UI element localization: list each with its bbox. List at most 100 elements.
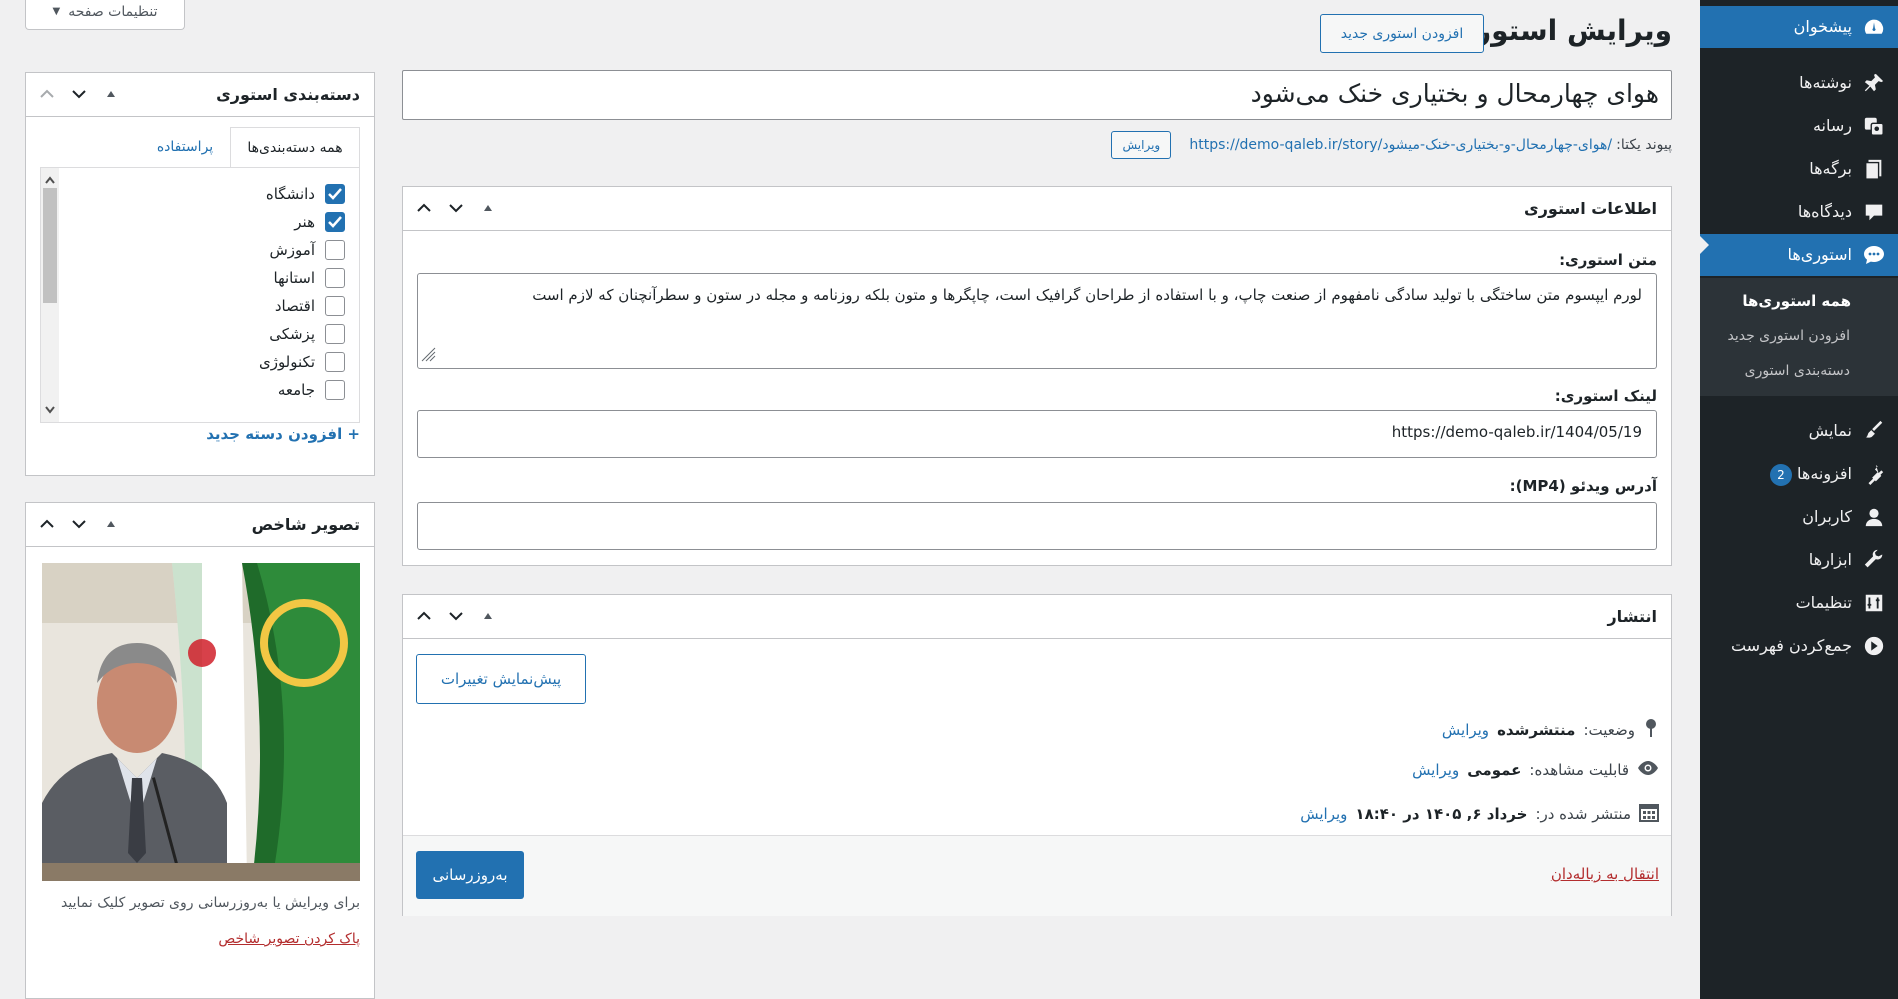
add-new-story-button[interactable]: افزودن استوری جدید xyxy=(1320,14,1484,53)
story-text-label: متن استوری: xyxy=(1559,251,1657,269)
tab-all-categories[interactable]: همه دسته‌بندی‌ها xyxy=(230,127,360,167)
chevron-down-icon[interactable] xyxy=(68,513,90,535)
status-edit-link[interactable]: ویرایش xyxy=(1442,721,1489,739)
menu-item-posts[interactable]: نوشته‌ها xyxy=(1700,62,1898,104)
menu-item-pages[interactable]: برگه‌ها xyxy=(1700,148,1898,190)
category-item[interactable]: استانها xyxy=(274,268,345,288)
screen-options-label: تنظیمات صفحه xyxy=(68,3,158,20)
publish-box: انتشار پیش‌نمایش تغییرات وضعیت: منتشرشده… xyxy=(402,594,1672,916)
featured-image-title: تصویر شاخص xyxy=(251,515,360,534)
published-date-row: منتشر شده در: خرداد ۶, ۱۴۰۵ در ۱۸:۴۰ ویر… xyxy=(1300,802,1659,826)
story-info-header: اطلاعات استوری xyxy=(403,187,1671,231)
submenu-story-categories[interactable]: دسته‌بندی استوری xyxy=(1745,363,1850,379)
published-edit-link[interactable]: ویرایش xyxy=(1300,805,1347,823)
update-button[interactable]: به‌روزرسانی xyxy=(416,851,524,899)
category-item[interactable]: اقتصاد xyxy=(275,296,345,316)
checkbox[interactable] xyxy=(325,268,345,288)
scroll-up-icon[interactable] xyxy=(45,170,55,188)
menu-item-media[interactable]: رسانه xyxy=(1700,105,1898,147)
menu-item-tools[interactable]: ابزارها xyxy=(1700,539,1898,581)
plugins-update-badge: 2 xyxy=(1769,464,1792,486)
video-url-label: آدرس ویدئو (MP4): xyxy=(1509,477,1657,495)
menu-label: تنظیمات xyxy=(1795,593,1852,612)
published-value: خرداد ۶, ۱۴۰۵ در ۱۸:۴۰ xyxy=(1355,805,1528,823)
story-link-label: لینک استوری: xyxy=(1554,387,1657,405)
move-up-icon[interactable] xyxy=(477,197,499,219)
box-handle-actions xyxy=(36,83,122,105)
checkbox[interactable] xyxy=(325,296,345,316)
story-text-value: لورم ایپسوم متن ساختگی با تولید سادگی نا… xyxy=(532,286,1642,304)
publish-header: انتشار xyxy=(403,595,1671,639)
chevron-up-icon[interactable] xyxy=(413,197,435,219)
chevron-down-icon[interactable] xyxy=(445,197,467,219)
preview-changes-button[interactable]: پیش‌نمایش تغییرات xyxy=(416,654,586,704)
category-checklist: دانشگاه هنر آموزش استانها اقتصاد پزشکی ت… xyxy=(40,167,360,423)
story-info-box: اطلاعات استوری متن استوری: لورم ایپسوم م… xyxy=(402,186,1672,566)
category-item[interactable]: جامعه xyxy=(278,380,345,400)
add-new-category-link[interactable]: + افزودن دسته جدید xyxy=(206,425,360,443)
box-handle-actions xyxy=(413,605,499,627)
move-to-trash-link[interactable]: انتقال به زباله‌دان xyxy=(1551,865,1659,883)
chevron-up-icon[interactable] xyxy=(413,605,435,627)
story-text-field[interactable]: لورم ایپسوم متن ساختگی با تولید سادگی نا… xyxy=(417,273,1657,369)
category-label: هنر xyxy=(294,213,315,231)
box-handle-actions xyxy=(36,513,122,535)
comments-icon xyxy=(1862,200,1886,224)
category-label: دانشگاه xyxy=(265,185,315,203)
chevron-down-icon[interactable] xyxy=(68,83,90,105)
category-item[interactable]: پزشکی xyxy=(269,324,345,344)
permalink-url[interactable]: https://demo-qaleb.ir/story/هوای-چهارمحا… xyxy=(1189,137,1612,153)
menu-item-appearance[interactable]: نمایش xyxy=(1700,410,1898,452)
permalink-label: پیوند یکتا: xyxy=(1616,137,1672,153)
menu-item-dashboard[interactable]: پیشخوان xyxy=(1700,6,1898,48)
menu-label: رسانه xyxy=(1812,116,1852,135)
chevron-up-icon[interactable] xyxy=(36,513,58,535)
submenu-all-stories[interactable]: همه استوری‌ها xyxy=(1742,292,1851,310)
menu-item-plugins[interactable]: افزونه‌ها 2 xyxy=(1700,453,1898,495)
chevron-down-icon[interactable] xyxy=(445,605,467,627)
menu-label: پیشخوان xyxy=(1793,17,1852,36)
story-link-value: https://demo-qaleb.ir/1404/05/19 xyxy=(1391,423,1642,441)
scrollbar-thumb[interactable] xyxy=(43,188,57,303)
scroll-down-icon[interactable] xyxy=(45,400,55,418)
menu-item-users[interactable]: کاربران xyxy=(1700,496,1898,538)
category-item[interactable]: تکنولوژی xyxy=(259,352,345,372)
category-item[interactable]: آموزش xyxy=(269,240,345,260)
permalink-edit-button[interactable]: ویرایش xyxy=(1111,131,1172,159)
publish-title: انتشار xyxy=(1607,607,1657,626)
menu-item-stories[interactable]: استوری‌ها xyxy=(1700,234,1898,276)
chevron-up-icon[interactable] xyxy=(36,83,58,105)
checkbox[interactable] xyxy=(325,240,345,260)
submenu-add-story[interactable]: افزودن استوری جدید xyxy=(1727,328,1850,344)
move-up-icon[interactable] xyxy=(477,605,499,627)
tab-most-used[interactable]: پراستفاده xyxy=(144,127,226,167)
category-scrollbar[interactable] xyxy=(41,168,59,422)
checkbox-checked[interactable] xyxy=(325,212,345,232)
menu-label: جمع‌کردن فهرست xyxy=(1730,636,1852,655)
checkbox[interactable] xyxy=(325,380,345,400)
move-up-icon[interactable] xyxy=(100,513,122,535)
screen-options-button[interactable]: تنظیمات صفحه ▼ xyxy=(25,0,185,30)
category-item[interactable]: دانشگاه xyxy=(266,184,345,204)
category-label: پزشکی xyxy=(269,325,315,343)
featured-image[interactable] xyxy=(42,563,360,881)
visibility-edit-link[interactable]: ویرایش xyxy=(1412,761,1459,779)
category-item[interactable]: هنر xyxy=(294,212,345,232)
move-up-icon[interactable] xyxy=(100,83,122,105)
category-box: دسته‌بندی استوری همه دسته‌بندی‌ها پراستف… xyxy=(25,72,375,476)
video-url-field[interactable] xyxy=(417,502,1657,550)
checkbox[interactable] xyxy=(325,352,345,372)
published-label: منتشر شده در: xyxy=(1535,805,1631,823)
category-label: تکنولوژی xyxy=(258,353,315,371)
menu-item-collapse[interactable]: جمع‌کردن فهرست xyxy=(1700,625,1898,667)
menu-item-settings[interactable]: تنظیمات xyxy=(1700,582,1898,624)
checkbox[interactable] xyxy=(325,324,345,344)
checkbox-checked[interactable] xyxy=(325,184,345,204)
remove-featured-image-link[interactable]: پاک کردن تصویر شاخص xyxy=(218,931,360,947)
admin-menu: پیشخوان نوشته‌ها رسانه برگه‌ها دیدگاه‌ها… xyxy=(1699,0,1898,999)
settings-icon xyxy=(1862,591,1886,615)
post-title-field[interactable]: هوای چهارمحال و بختیاری خنک می‌شود xyxy=(402,70,1672,120)
menu-item-comments[interactable]: دیدگاه‌ها xyxy=(1700,191,1898,233)
story-link-field[interactable]: https://demo-qaleb.ir/1404/05/19 xyxy=(417,410,1657,458)
resize-handle-icon[interactable] xyxy=(420,346,436,366)
